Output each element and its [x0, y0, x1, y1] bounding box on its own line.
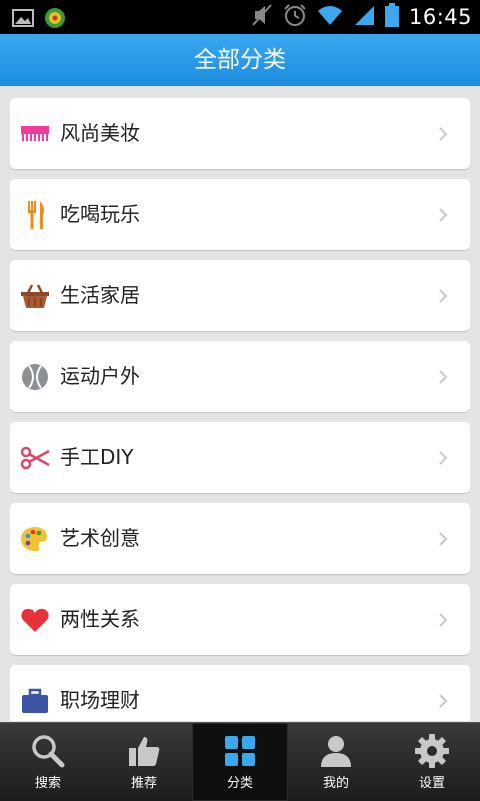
chevron-right-icon [438, 369, 448, 385]
signal-icon [353, 4, 375, 30]
tab-label: 分类 [226, 776, 253, 791]
chevron-right-icon [438, 612, 448, 628]
ball-icon [20, 362, 50, 392]
alarm-icon [283, 3, 307, 31]
briefcase-icon [20, 686, 50, 716]
gear-icon [415, 734, 449, 768]
tab-mine[interactable]: 我的 [288, 723, 384, 801]
battery-icon [384, 3, 399, 31]
category-label: 艺术创意 [60, 526, 140, 550]
wifi-icon [317, 4, 343, 30]
chevron-right-icon [438, 126, 448, 142]
basket-icon [20, 281, 50, 311]
comb-icon [20, 119, 50, 149]
category-list[interactable]: 风尚美妆 吃喝玩乐 生活家居 运动户外 手工DIY 艺术创意 两性关系 职场理财 [10, 98, 470, 721]
tab-label: 推荐 [130, 776, 157, 791]
category-item-relationships[interactable]: 两性关系 [10, 584, 470, 655]
category-label: 风尚美妆 [60, 121, 140, 145]
tab-recommend[interactable]: 推荐 [96, 723, 192, 801]
category-label: 两性关系 [60, 607, 140, 631]
status-bar: 16:45 [0, 0, 480, 34]
title-bar: 全部分类 [0, 34, 480, 86]
category-label: 生活家居 [60, 283, 140, 307]
user-icon [321, 736, 351, 767]
chevron-right-icon [438, 288, 448, 304]
palette-icon [20, 524, 50, 554]
page-title: 全部分类 [194, 47, 286, 73]
thumbs-up-icon [129, 737, 160, 766]
fork-knife-icon [20, 200, 50, 230]
chevron-right-icon [438, 531, 448, 547]
category-label: 运动户外 [60, 364, 140, 388]
chevron-right-icon [438, 207, 448, 223]
clock-time: 16:45 [408, 5, 472, 29]
scissors-icon [20, 443, 50, 473]
gallery-icon [12, 8, 34, 32]
category-label: 职场理财 [60, 688, 140, 712]
category-item-career-finance[interactable]: 职场理财 [10, 665, 470, 721]
tab-label: 搜索 [34, 776, 61, 791]
category-label: 手工DIY [60, 445, 134, 469]
tab-category[interactable]: 分类 [192, 723, 288, 801]
category-label: 吃喝玩乐 [60, 202, 140, 226]
category-item-home-living[interactable]: 生活家居 [10, 260, 470, 331]
mute-icon [251, 3, 273, 31]
tab-settings[interactable]: 设置 [384, 723, 480, 801]
chevron-right-icon [438, 450, 448, 466]
category-item-handmade-diy[interactable]: 手工DIY [10, 422, 470, 493]
android-app-icon [44, 7, 66, 33]
tab-search[interactable]: 搜索 [0, 723, 96, 801]
heart-icon [20, 605, 50, 635]
category-item-food-fun[interactable]: 吃喝玩乐 [10, 179, 470, 250]
search-icon [32, 735, 65, 768]
category-item-art-creative[interactable]: 艺术创意 [10, 503, 470, 574]
category-item-sports-outdoor[interactable]: 运动户外 [10, 341, 470, 412]
grid-icon [225, 736, 255, 766]
tab-label: 我的 [322, 776, 349, 791]
tab-label: 设置 [418, 776, 445, 791]
chevron-right-icon [438, 693, 448, 709]
category-item-fashion-beauty[interactable]: 风尚美妆 [10, 98, 470, 169]
bottom-tab-bar: 搜索 推荐 分类 我的 设置 [0, 722, 480, 801]
